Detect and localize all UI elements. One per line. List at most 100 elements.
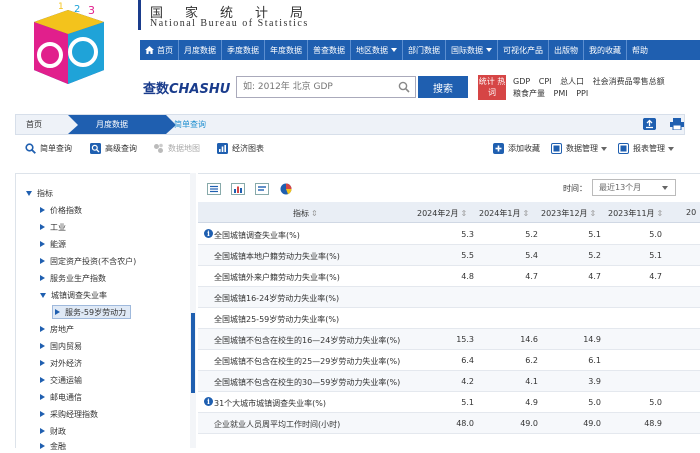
print-icon[interactable] (670, 118, 684, 130)
nav-item-visual[interactable]: 可视化产品 (498, 40, 549, 60)
tree-item[interactable]: 能源 (40, 237, 66, 251)
column-header-date[interactable]: 20 (686, 208, 696, 217)
column-header-date[interactable]: 2023年11月 ⇕ (608, 208, 663, 219)
column-header-date[interactable]: 2024年2月 ⇕ (417, 208, 467, 219)
table-row[interactable]: 全国城镇不包含在校生的16—24岁劳动力失业率(%) 15.3 14.6 14.9 (198, 329, 700, 350)
sidebar-scroll-thumb[interactable] (191, 313, 195, 393)
nav-item-quarterly[interactable]: 季度数据 (222, 40, 265, 60)
row-value-cell: 4.7 (525, 272, 538, 281)
time-label: 时间： (563, 184, 587, 193)
nav-item-department[interactable]: 部门数据 (403, 40, 446, 60)
nav-item-home[interactable]: 首页 (140, 40, 179, 60)
table-view-icon[interactable] (207, 183, 221, 195)
table-row[interactable]: 全国城镇不包含在校生的30—59岁劳动力失业率(%) 4.2 4.1 3.9 (198, 371, 700, 392)
tree-item[interactable]: 固定资产投资(不含农户) (40, 254, 136, 268)
search-icon[interactable] (398, 81, 410, 93)
row-value-cell: 49.0 (520, 419, 538, 428)
tree-item[interactable]: 房地产 (40, 322, 74, 336)
table-row[interactable]: 企业就业人员周平均工作时间(小时) 48.0 49.0 49.0 48.9 (198, 413, 700, 434)
row-indicator-name: 企业就业人员周平均工作时间(小时) (214, 420, 341, 429)
tree-item[interactable]: 国内贸易 (40, 339, 82, 353)
tree-item[interactable]: 服务业生产指数 (40, 271, 106, 285)
nav-item-help[interactable]: 帮助 (627, 40, 653, 60)
column-header-indicator[interactable]: 指标 ⇕ (293, 208, 318, 219)
row-value-cell: 14.9 (583, 335, 601, 344)
time-range-select[interactable]: 最近13个月 (592, 179, 676, 196)
tree-item[interactable]: 邮电通信 (40, 390, 82, 404)
row-value-cell: 4.1 (525, 377, 538, 386)
hot-link-population[interactable]: 总人口 (560, 77, 584, 86)
nav-item-monthly[interactable]: 月度数据 (179, 40, 222, 60)
column-header-date[interactable]: 2023年12月 ⇕ (541, 208, 596, 219)
tree-label: 财政 (50, 426, 66, 436)
hot-link-cpi[interactable]: CPI (539, 77, 552, 86)
expand-right-icon (40, 207, 45, 213)
table-row[interactable]: 全国城镇25-59岁劳动力失业率(%) (198, 308, 700, 329)
tree-item[interactable]: 财政 (40, 424, 66, 438)
economic-chart-button[interactable]: 经济图表 (217, 143, 264, 154)
hot-link-gdp[interactable]: GDP (513, 77, 530, 86)
hot-link-ppi[interactable]: PPI (576, 89, 588, 98)
info-icon[interactable]: i (204, 229, 213, 238)
column-header-date[interactable]: 2024年1月 ⇕ (479, 208, 529, 219)
nbs-logo[interactable]: 1 2 3 (28, 0, 110, 104)
nav-label: 季度数据 (227, 45, 259, 55)
table-row[interactable]: 全国城镇本地户籍劳动力失业率(%) 5.5 5.4 5.2 5.1 (198, 245, 700, 266)
add-favorite-button[interactable]: 添加收藏 (493, 143, 540, 154)
chevron-down-icon (486, 48, 492, 52)
expand-right-icon (40, 428, 45, 434)
nav-label: 可视化产品 (503, 45, 543, 55)
sidebar-scrollbar[interactable] (190, 173, 196, 448)
tree-item-expanded[interactable]: 城镇调查失业率 (40, 288, 107, 302)
tree-root[interactable]: 指标 (26, 186, 53, 200)
row-indicator-name: 全国城镇本地户籍劳动力失业率(%) (214, 252, 340, 261)
table-row[interactable]: 全国城镇不包含在校生的25—29岁劳动力失业率(%) 6.4 6.2 6.1 (198, 350, 700, 371)
row-value-cell: 4.2 (461, 377, 474, 386)
bar-chart-icon[interactable] (231, 183, 245, 195)
row-value-cell: 6.4 (461, 356, 474, 365)
pie-chart-icon[interactable] (279, 183, 293, 195)
info-icon[interactable]: i (204, 397, 213, 406)
tree-item[interactable]: 金融 (40, 439, 66, 453)
export-icon[interactable] (643, 118, 656, 130)
data-manage-button[interactable]: 数据管理 (551, 143, 607, 154)
nav-item-favorites[interactable]: 我的收藏 (584, 40, 627, 60)
nav-item-census[interactable]: 普查数据 (308, 40, 351, 60)
expand-right-icon (40, 443, 45, 449)
tree-item[interactable]: 交通运输 (40, 373, 82, 387)
nav-item-publications[interactable]: 出版物 (549, 40, 584, 60)
sort-icon: ⇕ (522, 209, 530, 218)
header-label: 2024年1月 (479, 209, 521, 218)
table-row[interactable]: 全国城镇外来户籍劳动力失业率(%) 4.8 4.7 4.7 4.7 (198, 266, 700, 287)
nav-item-regional[interactable]: 地区数据 (351, 40, 403, 60)
expand-right-icon (40, 394, 45, 400)
hot-link-pmi[interactable]: PMI (554, 89, 568, 98)
nav-item-annual[interactable]: 年度数据 (265, 40, 308, 60)
site-title-en: National Bureau of Statistics (150, 18, 309, 29)
tree-item[interactable]: 价格指数 (40, 203, 82, 217)
row-value-cell: 5.1 (649, 251, 662, 260)
hot-link-retail-sales[interactable]: 社会消费品零售总额 (593, 77, 665, 86)
tree-item-selected[interactable]: 服务-59岁劳动力 (52, 305, 132, 319)
table-manage-button[interactable]: 报表管理 (618, 143, 674, 154)
tree-label: 能源 (50, 239, 66, 249)
expand-right-icon (40, 326, 45, 332)
advanced-query-button[interactable]: 高级查询 (90, 143, 137, 154)
table-row[interactable]: 全国城镇16-24岁劳动力失业率(%) (198, 287, 700, 308)
table-row[interactable]: i 31个大城市城镇调查失业率(%) 5.1 4.9 5.0 5.0 (198, 392, 700, 413)
data-map-button[interactable]: 数据地图 (153, 143, 200, 154)
tool-label: 数据地图 (168, 144, 200, 153)
search-input[interactable] (237, 77, 387, 97)
breadcrumb-monthly[interactable]: 月度数据 (68, 115, 166, 134)
expand-right-icon (40, 411, 45, 417)
tree-item[interactable]: 采购经理指数 (40, 407, 98, 421)
hot-link-grain-output[interactable]: 粮食产量 (513, 89, 545, 98)
simple-query-button[interactable]: 简单查询 (25, 143, 72, 154)
tree-item[interactable]: 工业 (40, 220, 66, 234)
line-chart-icon[interactable] (255, 183, 269, 195)
breadcrumb-home[interactable]: 首页 (26, 115, 42, 134)
search-button[interactable]: 搜索 (418, 76, 468, 98)
nav-item-international[interactable]: 国际数据 (446, 40, 498, 60)
table-row[interactable]: i 全国城镇调查失业率(%) 5.3 5.2 5.1 5.0 (198, 224, 700, 245)
tree-item[interactable]: 对外经济 (40, 356, 82, 370)
